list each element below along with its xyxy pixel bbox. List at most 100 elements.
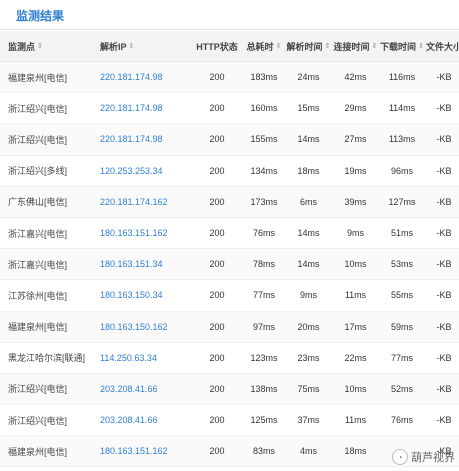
header-label: HTTP状态 [196,41,238,52]
cell-http-status: 200 [209,259,225,270]
cell-ip[interactable]: 220.181.174.98 [100,93,192,123]
cell-total-time: 76ms [252,228,275,239]
cell-connect-time: 11ms [344,415,367,426]
cell-ip[interactable]: 180.163.150.34 [100,280,192,310]
cell-total-time: 97ms [252,321,275,332]
table-row: 浙江绍兴[多线] 120.253.253.34 200 134ms 18ms 19ms 96… [0,156,459,187]
cell-connect-time: 9ms [346,228,364,239]
cell-ip[interactable]: 114.250.63.34 [100,343,192,373]
sort-icon[interactable]: ⇕ [37,42,43,50]
sort-icon[interactable]: ⇕ [372,42,378,50]
header-label: 解析时间 [286,41,323,52]
cell-resolve-time: 18ms [297,165,320,176]
cell-total-time: 173ms [250,196,278,207]
cell-file-size: -KB [436,196,452,207]
header-total-time[interactable]: 总耗时 ⇕ [243,31,285,61]
table-row: 浙江绍兴[电信] 203.208.41.66 200 125ms 37ms 11ms 76m… [0,405,459,437]
cell-location: 黑龙江哈尔滨[联通] [8,353,86,364]
cell-connect-time: 10ms [344,259,367,270]
cell-file-size: -KB [436,259,452,270]
cell-total-time: 134ms [250,165,278,176]
sort-icon[interactable]: ⇕ [325,42,331,50]
cell-location: 浙江绍兴[电信] [8,384,68,395]
cell-download-time: 114ms [388,103,416,114]
cell-download-time: 59ms [390,321,413,332]
cell-connect-time: 10ms [344,383,367,394]
cell-http-status: 200 [209,352,225,363]
cell-total-time: 83ms [252,446,275,457]
cell-http-status: 200 [209,165,225,176]
cell-file-size: -KB [436,165,452,176]
cell-location: 浙江嘉兴[电信] [8,228,68,239]
header-connect-time[interactable]: 连接时间 ⇕ [333,31,378,61]
cell-resolve-time: 14ms [297,228,320,239]
cell-connect-time: 22ms [344,352,367,363]
header-location[interactable]: 监测点 ⇕ [8,31,98,61]
cell-connect-time: 18ms [344,446,367,457]
header-ip[interactable]: 解析IP ⇕ [100,31,192,61]
header-download-time[interactable]: 下载时间 ⇕ [379,31,425,61]
cell-file-size: -KB [436,72,452,83]
cell-resolve-time: 9ms [299,290,317,301]
table-row: 浙江嘉兴[电信] 180.163.151.162 200 76ms 14ms 9ms 51m… [0,218,459,250]
cell-total-time: 123ms [250,352,278,363]
header-file-size: 文件大小 [424,31,459,61]
header-label: 解析IP [100,41,127,52]
cell-ip[interactable]: 220.181.174.162 [100,187,192,217]
cell-location: 浙江绍兴[多线] [8,166,68,177]
cell-ip[interactable]: 180.163.150.162 [100,312,192,342]
cell-resolve-time: 4ms [299,446,317,457]
cell-http-status: 200 [209,103,225,114]
cell-total-time: 138ms [250,383,278,394]
cell-ip[interactable]: 180.163.151.162 [100,436,192,466]
table-row: 广东佛山[电信] 220.181.174.162 200 173ms 6ms 39ms 12… [0,186,459,218]
cell-download-time: 77ms [390,352,413,363]
cell-resolve-time: 23ms [297,352,320,363]
header-label: 总耗时 [246,41,274,52]
cell-ip[interactable]: 180.163.151.162 [100,218,192,248]
table-row: 浙江绍兴[电信] 203.208.41.66 200 138ms 75ms 10ms 52m… [0,373,459,406]
panel-title-bar: 监测结果 [0,0,459,30]
cell-download-time: 116ms [388,72,416,83]
table-row: 福建泉州[电信] 180.163.150.162 200 97ms 20ms 17ms 59… [0,311,459,343]
cell-http-status: 200 [209,72,225,83]
table-row: 福建泉州[电信] 220.181.174.98 200 183ms 24ms 42ms 11… [0,62,459,94]
cell-location: 广东佛山[电信] [8,197,68,208]
cell-resolve-time: 14ms [297,134,320,145]
cell-ip[interactable]: 203.208.41.66 [100,405,192,435]
cell-location: 浙江绍兴[电信] [8,103,68,114]
cell-download-time: 55ms [390,290,413,301]
header-label: 监测点 [8,41,36,52]
cell-ip[interactable]: 120.253.253.34 [100,156,192,186]
cell-connect-time: 42ms [344,72,367,83]
cell-http-status: 200 [209,290,225,301]
cell-connect-time: 11ms [344,290,367,301]
header-label: 下载时间 [380,41,417,52]
cell-location: 浙江绍兴[电信] [8,415,68,426]
cell-location: 浙江嘉兴[电信] [8,259,68,270]
panel-title: 监测结果 [16,9,65,23]
cell-ip[interactable]: 203.208.41.66 [100,374,192,404]
sort-icon[interactable]: ⇕ [129,42,135,50]
cell-total-time: 183ms [250,72,278,83]
header-resolve-time[interactable]: 解析时间 ⇕ [286,31,331,61]
sort-icon[interactable]: ⇕ [276,42,282,50]
header-http-status: HTTP状态 [193,31,241,61]
cell-location: 福建泉州[电信] [8,322,68,333]
header-label: 连接时间 [333,41,370,52]
cell-download-time: 52ms [390,383,413,394]
cell-http-status: 200 [209,134,225,145]
cell-ip[interactable]: 180.163.151.34 [100,249,192,279]
cell-file-size: -KB [436,134,452,145]
cell-resolve-time: 24ms [297,72,320,83]
cell-download-time: 96ms [390,165,413,176]
cell-http-status: 200 [209,321,225,332]
cell-ip[interactable]: 220.181.174.98 [100,124,192,154]
cell-ip[interactable]: 220.181.174.98 [100,62,192,92]
cell-download-time: 53ms [390,259,413,270]
cell-connect-time: 39ms [344,196,367,207]
cell-total-time: 155ms [250,134,278,145]
cell-file-size: -KB [436,290,452,301]
cell-http-status: 200 [209,446,225,457]
cell-location: 福建泉州[电信] [8,72,68,83]
